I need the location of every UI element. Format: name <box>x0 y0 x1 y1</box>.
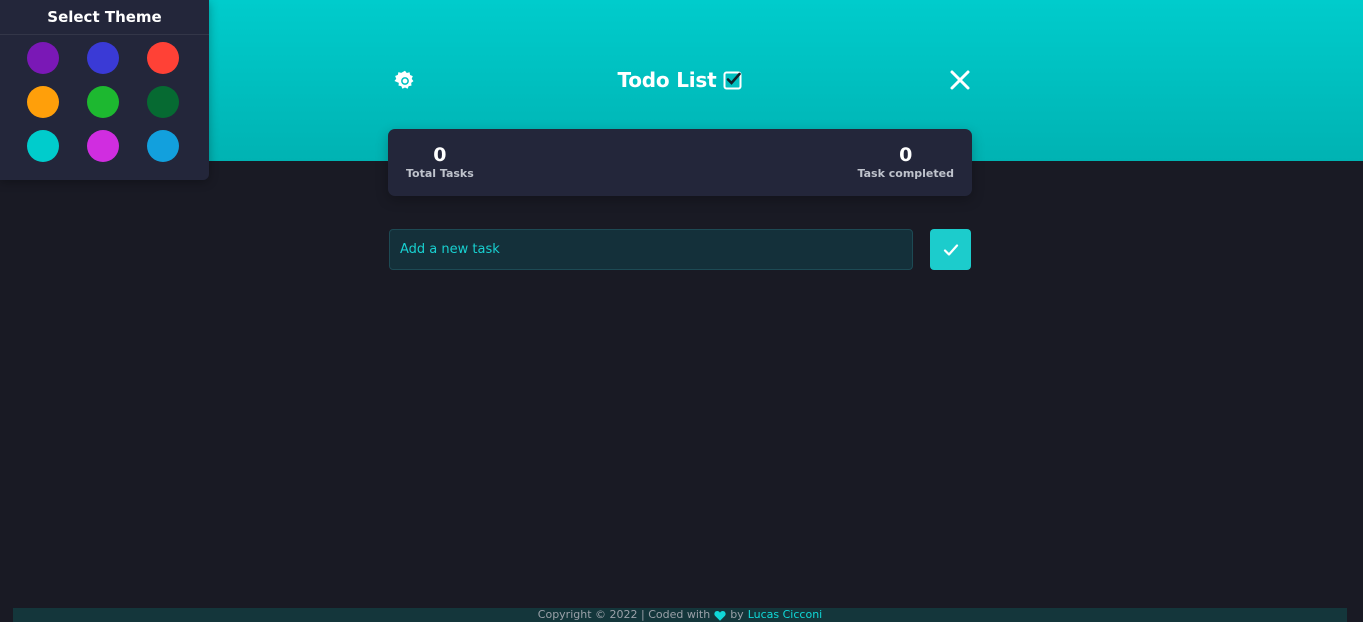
total-tasks-count: 0 <box>433 144 447 166</box>
theme-swatch[interactable] <box>87 130 119 162</box>
add-task-row <box>389 229 972 270</box>
close-button[interactable] <box>948 68 972 92</box>
app-title: Todo List <box>388 68 972 92</box>
check-icon <box>943 243 958 256</box>
completed-tasks-count: 0 <box>899 144 913 166</box>
footer-by: by <box>730 608 744 621</box>
heart-icon <box>714 610 726 621</box>
theme-swatch[interactable] <box>27 130 59 162</box>
theme-panel-title: Select Theme <box>0 0 209 35</box>
title-text: Todo List <box>617 68 717 92</box>
total-tasks-stat: 0 Total Tasks <box>406 143 474 181</box>
new-task-input[interactable] <box>389 229 913 270</box>
footer: Copyright © 2022 | Coded with by Lucas C… <box>13 608 1347 622</box>
completed-tasks-stat: 0 Task completed <box>858 143 954 181</box>
theme-panel: Select Theme <box>0 0 209 180</box>
author-link[interactable]: Lucas Cicconi <box>748 608 823 622</box>
close-icon <box>950 70 970 90</box>
theme-swatches <box>0 35 209 162</box>
todo-app: Todo List 0 Total Tasks 0 Task completed <box>388 60 972 270</box>
add-task-button[interactable] <box>930 229 971 270</box>
theme-swatch[interactable] <box>147 42 179 74</box>
theme-swatch[interactable] <box>27 86 59 118</box>
footer-copyright: Copyright © 2022 | Coded with <box>537 608 711 621</box>
checkbox-icon <box>723 71 741 90</box>
app-header: Todo List <box>388 60 972 100</box>
theme-swatch[interactable] <box>27 42 59 74</box>
theme-swatch[interactable] <box>87 86 119 118</box>
total-tasks-label: Total Tasks <box>406 167 474 180</box>
completed-tasks-label: Task completed <box>857 167 954 180</box>
theme-swatch[interactable] <box>87 42 119 74</box>
stats-card: 0 Total Tasks 0 Task completed <box>388 129 972 196</box>
theme-swatch[interactable] <box>147 130 179 162</box>
theme-swatch[interactable] <box>147 86 179 118</box>
